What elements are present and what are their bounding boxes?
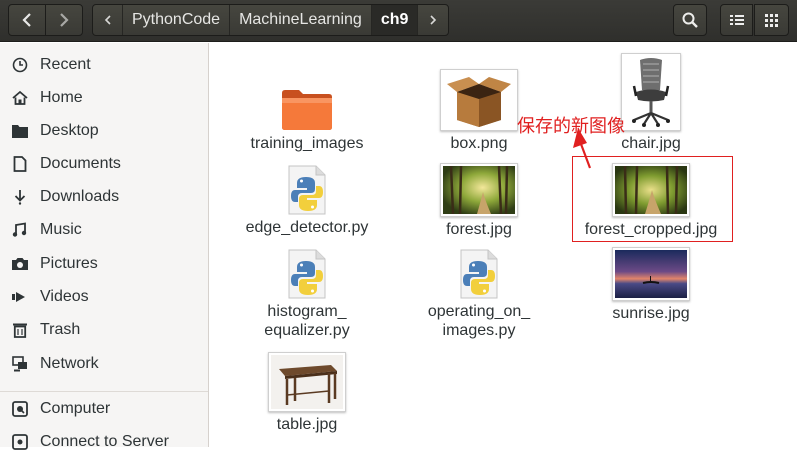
file-label: training_images: [250, 135, 364, 152]
computer-icon: [0, 401, 40, 417]
breadcrumb-forward-arrow[interactable]: [418, 5, 448, 35]
header-bar: PythonCode MachineLearning ch9: [0, 0, 797, 42]
file-label-line-1: histogram_: [267, 303, 347, 320]
sidebar-item-label: Desktop: [40, 122, 99, 139]
file-label: sunrise.jpg: [612, 305, 690, 322]
file-item-operating-on-images-py[interactable]: operating_on_ images.py: [404, 247, 554, 340]
camera-icon: [0, 257, 40, 271]
sidebar-item-trash[interactable]: Trash: [0, 315, 208, 345]
sidebar-item-label: Home: [40, 89, 83, 106]
list-view-button[interactable]: [720, 4, 753, 36]
forward-button[interactable]: [45, 4, 83, 36]
network-icon: [0, 356, 40, 372]
sidebar-item-desktop[interactable]: Desktop: [0, 116, 208, 146]
breadcrumb-item-ch9[interactable]: ch9: [371, 5, 419, 35]
sidebar-item-network[interactable]: Network: [0, 349, 208, 379]
chevron-right-icon: [60, 13, 69, 27]
sidebar-item-label: Trash: [40, 321, 81, 338]
file-label: box.png: [450, 135, 508, 152]
file-label-line-2: images.py: [442, 322, 516, 339]
sidebar-item-home[interactable]: Home: [0, 83, 208, 113]
python-file-icon: [459, 247, 499, 299]
trash-icon: [0, 322, 40, 338]
grid-icon: [765, 13, 778, 27]
sidebar-item-recent[interactable]: Recent: [0, 50, 208, 80]
sidebar-item-label: Videos: [40, 288, 89, 305]
sidebar-item-label: Downloads: [40, 188, 120, 205]
sidebar-item-computer[interactable]: Computer: [0, 394, 208, 424]
file-label: table.jpg: [276, 416, 338, 433]
breadcrumb-back-arrow[interactable]: [93, 5, 123, 35]
music-icon: [0, 222, 40, 238]
sidebar-item-label: Recent: [40, 56, 91, 73]
sidebar-item-label: Documents: [40, 155, 121, 172]
file-label: chair.jpg: [621, 135, 681, 152]
sidebar-item-videos[interactable]: Videos: [0, 282, 208, 312]
file-item-forest-jpg[interactable]: forest.jpg: [404, 163, 554, 239]
file-item-edge-detector-py[interactable]: edge_detector.py: [232, 163, 382, 237]
sidebar: Recent Home Desktop Documents Downloads …: [0, 43, 209, 450]
annotation-highlight-box: [572, 156, 733, 242]
file-label-line-2: equalizer.py: [264, 322, 350, 339]
download-icon: [0, 189, 40, 205]
grid-view-button[interactable]: [754, 4, 789, 36]
chair-thumbnail: [621, 53, 681, 131]
search-button[interactable]: [673, 4, 707, 36]
search-icon: [682, 12, 698, 28]
box-thumbnail: [440, 69, 518, 131]
file-view: training_images box.png chair.jpg edge_d…: [210, 43, 797, 447]
sidebar-item-label: Network: [40, 355, 99, 372]
sidebar-item-downloads[interactable]: Downloads: [0, 182, 208, 212]
sidebar-item-label: Connect to Server: [40, 433, 169, 450]
sidebar-item-documents[interactable]: Documents: [0, 149, 208, 179]
folder-icon: [0, 124, 40, 138]
breadcrumb-item-machinelearning[interactable]: MachineLearning: [230, 5, 372, 35]
chevron-left-small-icon: [104, 15, 111, 25]
breadcrumb-item-pythoncode[interactable]: PythonCode: [123, 5, 231, 35]
file-item-sunrise-jpg[interactable]: sunrise.jpg: [576, 247, 726, 323]
home-icon: [0, 90, 40, 106]
sunrise-thumbnail: [612, 247, 690, 301]
chevron-right-small-icon: [430, 15, 437, 25]
sidebar-separator: [0, 391, 208, 392]
server-icon: [0, 434, 40, 450]
sidebar-item-connect-to-server[interactable]: Connect to Server: [0, 427, 208, 457]
document-icon: [0, 156, 40, 172]
breadcrumb: PythonCode MachineLearning ch9: [92, 4, 450, 36]
sidebar-item-label: Music: [40, 221, 82, 238]
python-file-icon: [287, 163, 327, 215]
sidebar-item-pictures[interactable]: Pictures: [0, 249, 208, 279]
sidebar-item-music[interactable]: Music: [0, 215, 208, 245]
file-item-histogram-equalizer-py[interactable]: histogram_ equalizer.py: [232, 247, 382, 340]
file-label-line-1: operating_on_: [427, 303, 531, 320]
clock-icon: [0, 57, 40, 73]
file-label: edge_detector.py: [245, 219, 369, 236]
file-item-box-png[interactable]: box.png: [404, 69, 554, 153]
file-item-table-jpg[interactable]: table.jpg: [232, 352, 382, 434]
chevron-left-icon: [22, 13, 31, 27]
file-label: forest.jpg: [446, 221, 512, 238]
folder-icon: [281, 81, 333, 131]
file-item-training-images[interactable]: training_images: [232, 81, 382, 153]
forest-thumbnail: [440, 163, 518, 217]
back-button[interactable]: [8, 4, 46, 36]
video-icon: [0, 291, 40, 303]
table-thumbnail: [268, 352, 346, 412]
python-file-icon: [287, 247, 327, 299]
sidebar-item-label: Computer: [40, 400, 111, 417]
list-icon: [729, 15, 744, 25]
sidebar-item-label: Pictures: [40, 255, 98, 272]
